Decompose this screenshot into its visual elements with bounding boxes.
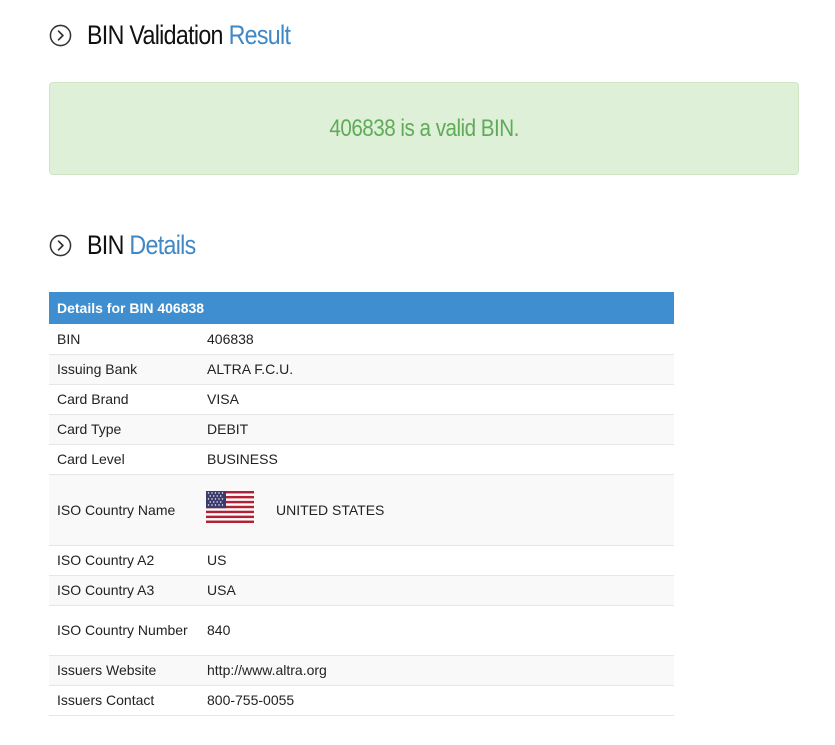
row-value: BUSINESS	[199, 444, 674, 475]
row-value: USA	[199, 575, 674, 606]
table-row-card-brand: Card Brand VISA	[49, 384, 674, 415]
bin-details-title: BIN Details	[87, 227, 196, 263]
row-value: US	[199, 545, 674, 576]
row-value: http://www.altra.org	[199, 655, 674, 686]
validation-result-title: BIN Validation Result	[87, 17, 291, 53]
chevron-right-circle-icon	[49, 24, 72, 46]
table-row-iso-country-a3: ISO Country A3 USA	[49, 575, 674, 606]
row-label: ISO Country A3	[49, 575, 199, 606]
chevron-right-circle-icon	[49, 234, 72, 256]
heading-dark-text: BIN	[87, 230, 124, 260]
row-label: Issuers Contact	[49, 685, 199, 716]
table-row-bin: BIN 406838	[49, 324, 674, 355]
bin-details-table: Details for BIN 406838 BIN 406838 Issuin…	[49, 292, 674, 716]
table-row-iso-country-name: ISO Country Name UNITED STATES	[49, 474, 674, 546]
row-label: ISO Country A2	[49, 545, 199, 576]
bin-details-heading: BIN Details	[49, 227, 213, 263]
row-label: Issuing Bank	[49, 354, 199, 385]
row-label: Card Brand	[49, 384, 199, 415]
validation-result-heading: BIN Validation Result	[49, 17, 323, 53]
valid-bin-alert: 406838 is a valid BIN.	[49, 82, 799, 175]
row-label: Issuers Website	[49, 655, 199, 686]
row-value: ALTRA F.C.U.	[199, 354, 674, 385]
row-value-cell: UNITED STATES	[199, 474, 674, 546]
table-row-issuers-website: Issuers Website http://www.altra.org	[49, 655, 674, 686]
row-value: 800-755-0055	[199, 685, 674, 716]
table-row-iso-country-number: ISO Country Number 840	[49, 605, 674, 656]
row-value: 406838	[199, 324, 674, 355]
us-flag-icon	[206, 490, 254, 523]
row-value: DEBIT	[199, 414, 674, 445]
country-value: UNITED STATES	[206, 490, 666, 523]
table-row-issuers-contact: Issuers Contact 800-755-0055	[49, 685, 674, 716]
row-label: Card Type	[49, 414, 199, 445]
table-row-iso-country-a2: ISO Country A2 US	[49, 545, 674, 576]
row-value: VISA	[199, 384, 674, 415]
country-name-text: UNITED STATES	[276, 501, 385, 518]
row-label: ISO Country Name	[49, 474, 199, 546]
heading-blue-text: Details	[129, 230, 196, 260]
table-header: Details for BIN 406838	[49, 292, 674, 324]
table-row-issuing-bank: Issuing Bank ALTRA F.C.U.	[49, 354, 674, 385]
row-value: 840	[199, 605, 674, 656]
row-label: Card Level	[49, 444, 199, 475]
bin-result-page: BIN Validation Result 406838 is a valid …	[0, 0, 835, 745]
row-label: BIN	[49, 324, 199, 355]
table-row-card-level: Card Level BUSINESS	[49, 444, 674, 475]
heading-blue-text: Result	[228, 20, 291, 50]
table-row-card-type: Card Type DEBIT	[49, 414, 674, 445]
row-label: ISO Country Number	[49, 605, 199, 656]
heading-dark-text: BIN Validation	[87, 20, 223, 50]
alert-message: 406838 is a valid BIN.	[329, 114, 519, 142]
